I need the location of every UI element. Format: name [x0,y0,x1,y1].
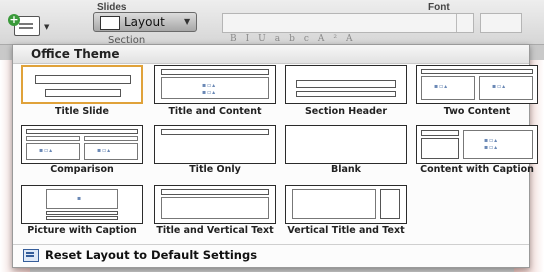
layout-label: Section Header [304,106,388,117]
heading-placeholder-right [84,136,138,141]
plus-icon: + [8,13,20,26]
vertical-text-placeholder [161,197,269,219]
text-placeholder [296,91,396,97]
layout-label: Title Only [189,164,241,175]
content-placeholder-left: ▪▫▴ [421,76,475,100]
layout-label: Comparison [50,164,114,175]
title-placeholder [421,69,533,74]
content-icons: ▪▫▴ [434,83,449,90]
layout-button-label: Layout [124,15,165,29]
layout-thumb-content-with-caption[interactable]: ▪▫▴ ▪▫▴ [416,125,538,164]
layout-icon [100,16,120,30]
layout-thumb-comparison[interactable]: ▪▫▴ ▪▫▴ [21,125,143,164]
layout-label: Picture with Caption [27,225,137,236]
ribbon: Slides Font + ▼ Layout ▼ Section BIUabcA… [0,0,544,46]
content-placeholder-right: ▪▫▴ [479,76,533,100]
layout-label: Title and Content [168,106,262,117]
footer-divider [13,244,529,245]
subtitle-placeholder [45,89,121,97]
reset-layout-menu-item[interactable]: Reset Layout to Default Settings [45,248,257,262]
font-size-field[interactable] [480,13,522,33]
caption-placeholder [421,138,459,159]
new-slide-button[interactable]: + ▼ [8,14,52,36]
layout-thumb-section-header[interactable] [285,65,407,104]
title-placeholder [46,211,118,215]
content-icons: ▪▫▴ ▪▫▴ [202,82,217,96]
gallery-title: Office Theme [31,47,120,61]
content-icons: ▪▫▴ [492,83,507,90]
content-placeholder: ▪▫▴ ▪▫▴ [161,77,269,99]
layout-label: Blank [331,164,361,175]
caption-placeholder [46,216,118,220]
layout-thumb-title-only[interactable] [154,125,276,164]
layout-thumb-picture-with-caption[interactable]: ▪ [21,185,143,224]
layout-thumb-title-and-content[interactable]: ▪▫▴ ▪▫▴ [154,65,276,104]
content-placeholder-left: ▪▫▴ [26,143,80,160]
font-name-field[interactable] [222,13,474,33]
title-placeholder [35,75,131,84]
content-icons: ▪▫▴ ▪▫▴ [484,137,499,151]
layout-label: Content with Caption [420,164,534,175]
chevron-down-icon: ▼ [184,17,191,26]
title-placeholder [161,189,269,195]
vertical-title-placeholder [380,189,400,219]
layout-label: Two Content [443,106,511,117]
layout-thumb-vertical-title-and-text[interactable] [285,185,407,224]
title-placeholder [26,129,138,134]
layout-label: Vertical Title and Text [287,225,405,236]
content-icons: ▪▫▴ [97,147,112,154]
title-placeholder [296,80,396,88]
content-placeholder: ▪▫▴ ▪▫▴ [463,130,533,159]
layout-thumb-blank[interactable] [285,125,407,164]
layout-label: Title Slide [55,106,109,117]
picture-placeholder: ▪ [46,189,118,209]
title-placeholder [161,129,269,135]
layout-label: Title and Vertical Text [156,225,274,236]
layout-thumb-title-and-vertical-text[interactable] [154,185,276,224]
layout-thumb-title-slide[interactable] [21,65,143,104]
layout-button[interactable]: Layout ▼ [93,12,197,32]
picture-icon: ▪ [77,195,83,202]
layout-gallery-popup: Office Theme Title Slide ▪▫▴ ▪▫▴ Title an… [12,44,538,268]
layout-thumb-two-content[interactable]: ▪▫▴ ▪▫▴ [416,65,538,104]
title-placeholder [161,69,269,75]
reset-layout-icon[interactable] [23,249,39,262]
title-placeholder [421,130,459,136]
chevron-down-icon[interactable]: ▼ [44,23,49,31]
chevron-down-icon[interactable] [456,14,473,32]
content-icons: ▪▫▴ [39,147,54,154]
heading-placeholder-left [26,136,80,141]
format-buttons-row[interactable]: BIUabcA²A [230,34,362,44]
vertical-text-placeholder [292,189,376,219]
font-group-label: Font [428,2,450,13]
content-placeholder-right: ▪▫▴ [84,143,138,160]
